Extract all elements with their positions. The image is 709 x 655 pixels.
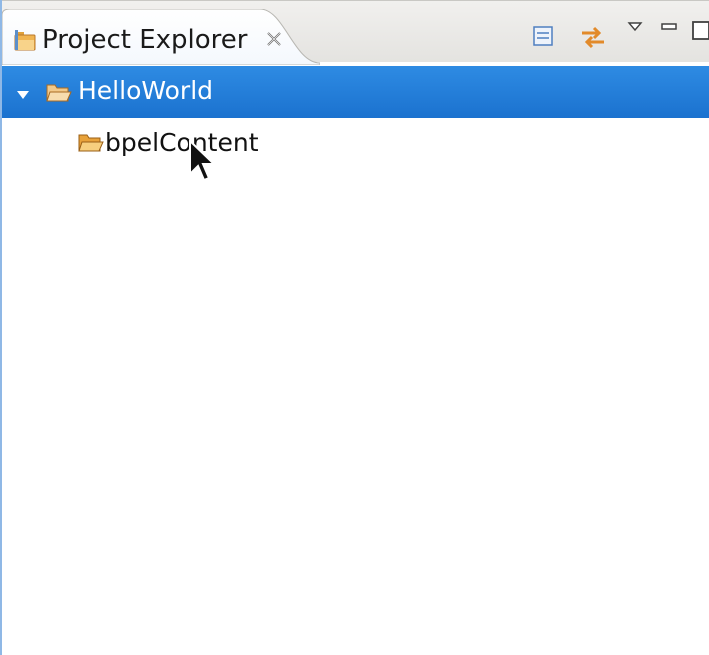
tree-item-helloworld[interactable]: HelloWorld [2,66,709,118]
maximize-icon[interactable] [690,19,709,43]
view-title-bar: Project Explorer [2,0,709,65]
open-project-folder-icon [46,82,72,104]
tab-title: Project Explorer [42,25,248,55]
mouse-pointer-icon [188,138,218,184]
project-explorer-icon [14,29,38,53]
tab-project-explorer[interactable]: Project Explorer [2,9,320,65]
tree-item-label: HelloWorld [78,76,214,105]
expanded-twisty-icon[interactable] [16,86,30,99]
tree-item-bpelcontent[interactable]: bpelContent [2,118,709,170]
project-explorer-view: Project Explorer HelloWorld bpelContent [0,0,709,655]
tree-item-label: bpelContent [105,128,259,157]
close-icon[interactable] [264,29,284,49]
minimize-icon[interactable] [660,19,684,43]
view-menu-icon[interactable] [627,19,651,43]
link-with-editor-icon[interactable] [579,24,604,49]
project-tree: HelloWorld bpelContent [2,62,709,655]
open-folder-icon [78,132,104,154]
collapse-all-icon[interactable] [531,24,555,48]
